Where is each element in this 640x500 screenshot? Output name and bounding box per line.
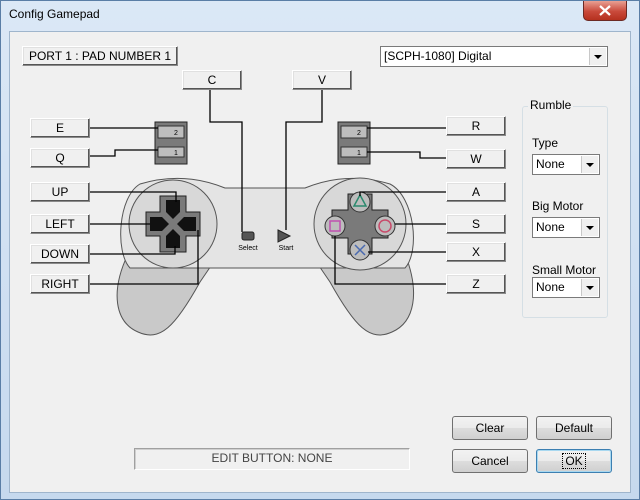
- binding-select[interactable]: C: [182, 70, 242, 90]
- chevron-down-icon[interactable]: [581, 219, 598, 236]
- r1-caption: 1: [357, 150, 361, 157]
- binding-left[interactable]: LEFT: [30, 214, 90, 234]
- binding-r1[interactable]: W: [446, 149, 506, 169]
- cancel-button[interactable]: Cancel: [452, 449, 528, 473]
- binding-cross[interactable]: X: [446, 242, 506, 262]
- close-icon: [599, 5, 611, 16]
- rumble-type-label: Type: [532, 136, 559, 150]
- r1-button-shape: [340, 146, 368, 158]
- chevron-down-icon[interactable]: [581, 279, 598, 296]
- chevron-down-icon[interactable]: [581, 156, 598, 173]
- binding-l1[interactable]: Q: [30, 148, 90, 168]
- ok-label: OK: [562, 453, 586, 469]
- edit-button-status: EDIT BUTTON: NONE: [134, 448, 410, 470]
- dialog-client: Select Start 2 1 2 1 PORT 1: PAD NUMBER…: [9, 31, 631, 493]
- small-motor-dropdown[interactable]: None: [532, 277, 600, 298]
- l1-button-shape: [157, 146, 185, 158]
- pad-type-value: [SCPH-1080] Digital: [384, 49, 492, 63]
- binding-down[interactable]: DOWN: [30, 244, 90, 264]
- l2-caption: 2: [174, 130, 178, 137]
- port-label: PORT 1 : PAD NUMBER 1: [22, 46, 178, 66]
- close-button[interactable]: [583, 1, 627, 21]
- big-motor-dropdown[interactable]: None: [532, 217, 600, 238]
- small-motor-label: Small Motor: [532, 263, 597, 277]
- binding-right[interactable]: RIGHT: [30, 274, 90, 294]
- big-motor-value: None: [536, 220, 565, 234]
- rumble-type-dropdown[interactable]: None: [532, 154, 600, 175]
- l2-button-shape: [157, 125, 185, 139]
- title-bar: Config Gamepad: [1, 1, 639, 29]
- big-motor-label: Big Motor: [532, 199, 584, 213]
- rumble-type-value: None: [536, 157, 565, 171]
- clear-button[interactable]: Clear: [452, 416, 528, 440]
- l1-caption: 1: [174, 150, 178, 157]
- small-motor-value: None: [536, 280, 565, 294]
- start-caption: Start: [279, 245, 294, 252]
- binding-l2[interactable]: E: [30, 118, 90, 138]
- rumble-title: Rumble: [528, 98, 574, 112]
- pad-type-dropdown[interactable]: [SCPH-1080] Digital: [380, 46, 608, 67]
- default-button[interactable]: Default: [536, 416, 612, 440]
- binding-up[interactable]: UP: [30, 182, 90, 202]
- binding-start[interactable]: V: [292, 70, 352, 90]
- ok-button[interactable]: OK: [536, 449, 612, 473]
- select-button-shape: [241, 231, 255, 241]
- binding-r2[interactable]: R: [446, 116, 506, 136]
- r2-button-shape: [340, 125, 368, 139]
- square-button-shape: [324, 215, 346, 237]
- binding-circle[interactable]: S: [446, 214, 506, 234]
- config-gamepad-window: Config Gamepad Select Start 2 1 2 1 PORT…: [0, 0, 640, 500]
- r2-caption: 2: [357, 130, 361, 137]
- binding-triangle[interactable]: A: [446, 182, 506, 202]
- select-caption: Select: [238, 245, 258, 252]
- binding-square[interactable]: Z: [446, 274, 506, 294]
- window-title: Config Gamepad: [9, 7, 100, 21]
- circle-button-shape: [374, 215, 396, 237]
- chevron-down-icon[interactable]: [589, 48, 606, 65]
